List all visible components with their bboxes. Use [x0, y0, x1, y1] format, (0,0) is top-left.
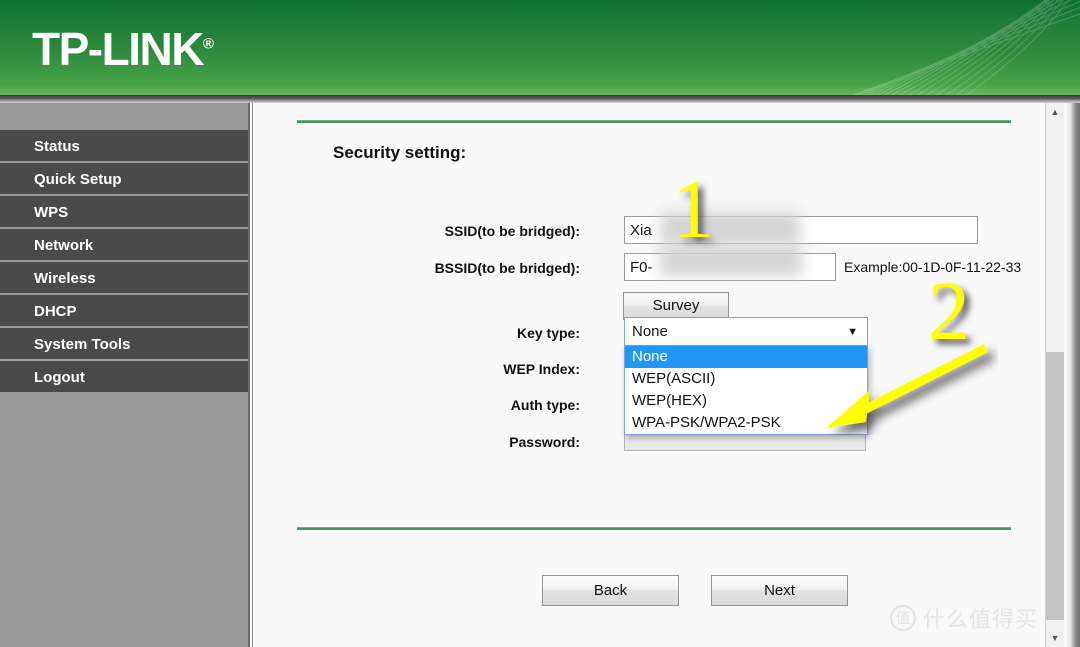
registered-mark-icon: ® [202, 35, 214, 53]
auth-type-label: Auth type: [510, 397, 580, 413]
scrollbar-track-lower[interactable] [1046, 620, 1064, 629]
window-right-edge [1064, 103, 1080, 647]
sidebar-item-wps[interactable]: WPS [0, 196, 248, 229]
sidebar-item-dhcp[interactable]: DHCP [0, 295, 248, 328]
scrollbar-track-upper[interactable] [1046, 121, 1064, 352]
tplink-logo: TP-LINK® [32, 22, 214, 76]
scrollbar-down-button[interactable]: ▼ [1046, 629, 1064, 647]
sidebar-item-network[interactable]: Network [0, 229, 248, 262]
sidebar-item-system-tools[interactable]: System Tools [0, 328, 248, 361]
bssid-example-hint: Example:00-1D-0F-11-22-33 [844, 259, 1022, 275]
sidebar-item-status[interactable]: Status [0, 130, 248, 163]
next-button[interactable]: Next [711, 575, 848, 606]
sidebar-item-logout[interactable]: Logout [0, 361, 248, 394]
scrollbar-thumb[interactable] [1046, 352, 1064, 620]
key-type-select[interactable]: None ▼ [624, 317, 868, 346]
page-title: Security setting: [333, 143, 467, 162]
bssid-label: BSSID(to be bridged): [434, 260, 580, 276]
content-divider-top [297, 120, 1011, 123]
sidebar-item-wireless[interactable]: Wireless [0, 262, 248, 295]
sidebar-nav: Status Quick Setup WPS Network Wireless … [0, 103, 250, 647]
key-type-label: Key type: [516, 325, 580, 341]
scrollbar-up-button[interactable]: ▲ [1046, 103, 1064, 121]
sidebar-item-quick-setup[interactable]: Quick Setup [0, 163, 248, 196]
header-decoration [851, 0, 1080, 95]
app-header: TP-LINK® [0, 0, 1080, 95]
chevron-down-icon: ▼ [847, 326, 858, 338]
key-type-selected-value: None [632, 323, 668, 340]
ssid-label: SSID(to be bridged): [444, 223, 580, 239]
header-bottom-edge [0, 95, 1080, 103]
ssid-input[interactable] [624, 216, 978, 244]
key-type-option-list: None WEP(ASCII) WEP(HEX) WPA-PSK/WPA2-PS… [624, 346, 868, 435]
key-type-option-wpa-psk[interactable]: WPA-PSK/WPA2-PSK [625, 412, 867, 434]
wep-index-label: WEP Index: [503, 361, 580, 377]
key-type-option-wep-hex[interactable]: WEP(HEX) [625, 390, 867, 412]
survey-button[interactable]: Survey [623, 292, 729, 320]
triangle-down-icon: ▼ [1050, 633, 1060, 643]
key-type-option-wep-ascii[interactable]: WEP(ASCII) [625, 368, 867, 390]
bssid-input[interactable] [624, 253, 836, 281]
logo-text: TP-LINK [32, 23, 204, 75]
page-scrollbar[interactable]: ▲ ▼ [1045, 103, 1080, 647]
key-type-option-none[interactable]: None [625, 346, 867, 368]
password-label: Password: [509, 434, 580, 450]
content-divider-bottom [297, 527, 1011, 530]
back-button[interactable]: Back [542, 575, 679, 606]
sidebar-top-spacer [0, 103, 248, 130]
triangle-up-icon: ▲ [1050, 107, 1060, 117]
